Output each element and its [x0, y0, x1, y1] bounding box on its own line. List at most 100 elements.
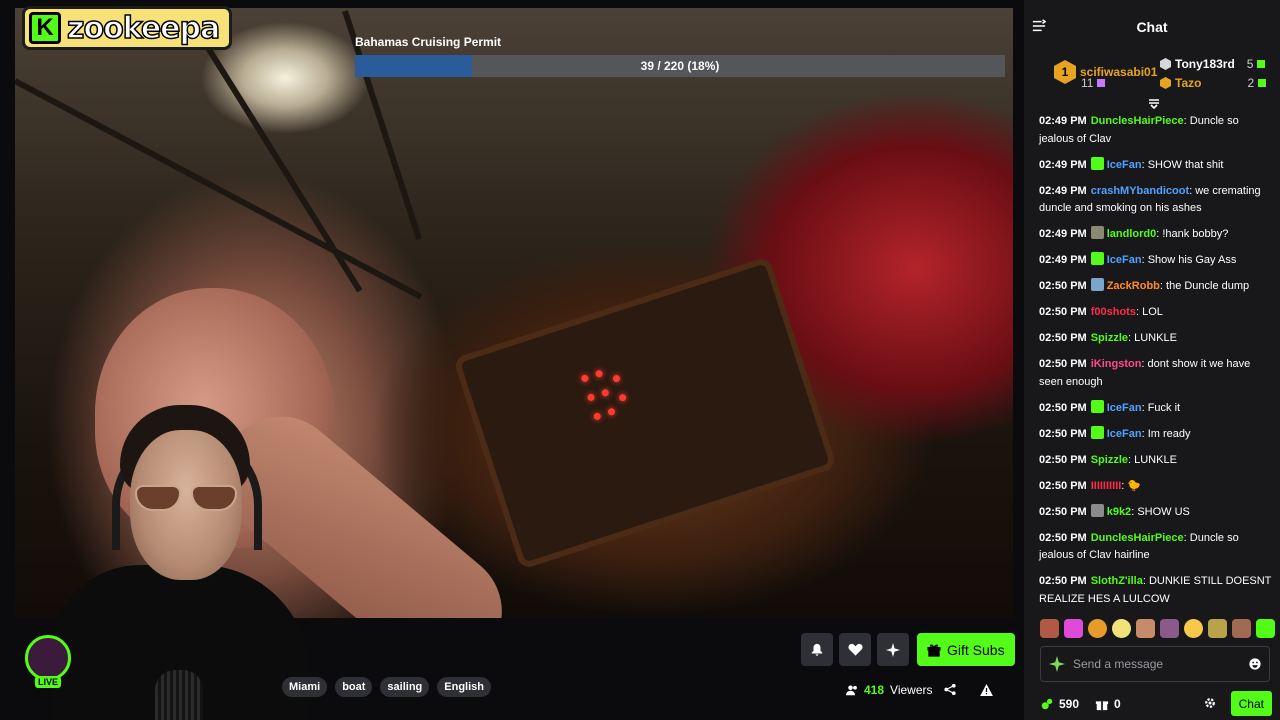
emote-icon[interactable] [1136, 619, 1155, 638]
user-badge-icon [1090, 503, 1104, 517]
report-button[interactable] [980, 683, 993, 701]
share-button[interactable] [944, 683, 956, 701]
message-username[interactable]: SlothZ'illa [1091, 575, 1143, 587]
chat-message: 02:50 PM SlothZ'illa: DUNKIE STILL DOESNT… [1039, 573, 1275, 608]
message-text: !hank bobby? [1162, 228, 1229, 240]
message-time: 02:49 PM [1039, 228, 1087, 240]
message-time: 02:50 PM [1039, 427, 1087, 440]
chat-message: 02:50 PM ZackRobb: the Duncle dump [1039, 278, 1275, 296]
user-badge-icon [1090, 425, 1104, 439]
message-time: 02:49 PM [1039, 254, 1087, 266]
channel-avatar[interactable] [25, 635, 71, 681]
kicks-icon [1041, 698, 1053, 709]
message-username[interactable]: Spizzle [1091, 454, 1128, 466]
message-username[interactable]: IceFan [1107, 428, 1142, 440]
sparkle-icon [886, 642, 900, 657]
message-username[interactable]: DunclesHairPiece [1091, 532, 1184, 544]
message-time: 02:50 PM [1039, 332, 1087, 344]
gift-subs-label: Gift Subs [947, 641, 1005, 658]
message-text: Im ready [1147, 427, 1191, 440]
emoji-icon[interactable] [1249, 658, 1261, 670]
message-time: 02:50 PM [1039, 505, 1087, 518]
sparkle-icon [1049, 656, 1065, 672]
notification-button[interactable] [801, 633, 833, 666]
tag-miami[interactable]: Miami [282, 677, 328, 697]
emote-icon[interactable] [1040, 619, 1059, 638]
chat-settings-button[interactable] [1204, 696, 1216, 714]
chat-message: 02:50 PM Spizzle: LUNKLE [1039, 330, 1275, 348]
goal-progress-bar: 39 / 220 (18%) [355, 55, 1005, 77]
sunglasses [135, 485, 239, 513]
stream-actions: Gift Subs [801, 633, 1015, 666]
message-username[interactable]: f00shots [1091, 306, 1136, 318]
emote-icon[interactable] [1064, 619, 1083, 638]
message-username[interactable]: DunclesHairPiece [1091, 115, 1184, 127]
leader-second[interactable]: Tony183rd 5 [1160, 57, 1266, 71]
chat-message: 02:50 PM DunclesHairPiece: Duncle so jeal… [1039, 530, 1275, 565]
message-username[interactable]: IceFan [1107, 402, 1142, 414]
message-username[interactable]: landlord0 [1107, 228, 1157, 240]
message-time: 02:50 PM [1039, 358, 1087, 370]
message-username[interactable]: Spizzle [1091, 332, 1128, 344]
chat-message: 02:50 PM f00shots: LOL [1039, 304, 1275, 322]
goal-title: Bahamas Cruising Permit [355, 35, 502, 49]
message-text: LUNKLE [1134, 453, 1177, 466]
emote-icon[interactable] [1256, 619, 1275, 638]
message-username[interactable]: crashMYbandicoot [1091, 185, 1189, 197]
logo-k-icon: K [29, 12, 61, 44]
emote-icon[interactable] [1184, 619, 1203, 638]
tag-sailing[interactable]: sailing [380, 677, 430, 697]
message-time: 02:50 PM [1039, 479, 1087, 492]
expand-leaderboard-icon[interactable] [1148, 99, 1160, 109]
emote-icon[interactable] [1232, 619, 1251, 638]
chat-message: 02:49 PM IceFan: SHOW that shit [1039, 156, 1275, 175]
chat-input-box[interactable] [1040, 646, 1270, 682]
message-text: 🐤 [1127, 479, 1142, 492]
chat-message-input[interactable] [1073, 657, 1249, 671]
chat-message: 02:50 PM IceFan: Im ready [1039, 425, 1275, 444]
message-username[interactable]: iKingston [1091, 358, 1142, 370]
microphone [155, 670, 203, 720]
leader-count: 2 [1247, 76, 1255, 90]
leader-first[interactable]: 1 scifiwasabi01 [1054, 60, 1157, 84]
message-time: 02:49 PM [1039, 158, 1087, 171]
message-username[interactable]: k9k2 [1107, 506, 1131, 518]
ceiling-trim [182, 9, 363, 293]
emote-icon[interactable] [1160, 619, 1179, 638]
emote-icon[interactable] [1208, 619, 1227, 638]
emote-icon[interactable] [1088, 619, 1107, 638]
kicks-balance[interactable]: 590 [1040, 697, 1079, 711]
message-text: the Duncle dump [1166, 280, 1250, 292]
follow-button[interactable] [839, 633, 871, 666]
leader-count: 11 [1081, 76, 1094, 90]
message-time: 02:49 PM [1039, 115, 1087, 127]
rank-badge-icon [1160, 77, 1171, 89]
chat-message: 02:50 PM Spizzle: LUNKLE [1039, 452, 1275, 470]
leader-third[interactable]: Tazo 2 [1160, 76, 1267, 90]
gifts-balance[interactable]: 0 [1095, 697, 1121, 711]
message-username[interactable]: IceFan [1107, 159, 1142, 171]
tag-boat[interactable]: boat [335, 677, 373, 697]
gift-subs-button[interactable]: Gift Subs [917, 633, 1015, 666]
chat-message: 02:49 PM DunclesHairPiece: Duncle so jeal… [1039, 113, 1275, 148]
boost-button[interactable] [877, 633, 909, 666]
goal-progress-label: 39 / 220 (18%) [640, 59, 720, 73]
emote-bar [1040, 619, 1275, 638]
message-username[interactable]: IceFan [1107, 254, 1142, 266]
chat-messages: 02:49 PM DunclesHairPiece: Duncle so jeal… [1039, 113, 1275, 617]
tag-english[interactable]: English [437, 677, 491, 697]
collapse-icon [1032, 19, 1047, 32]
rank-badge-icon: 1 [1054, 60, 1076, 84]
message-time: 02:49 PM [1039, 184, 1087, 197]
message-username[interactable]: IIIIIIIIII [1091, 480, 1122, 492]
viewer-count-number: 418 [864, 683, 885, 697]
chat-header: Chat [1024, 0, 1280, 54]
message-username[interactable]: ZackRobb [1107, 280, 1160, 292]
share-icon [944, 683, 956, 696]
send-chat-button[interactable]: Chat [1230, 691, 1272, 716]
chat-title: Chat [1136, 19, 1168, 35]
collapse-chat-button[interactable] [1032, 19, 1047, 38]
emote-icon[interactable] [1112, 619, 1131, 638]
viewer-count-label: Viewers [890, 683, 933, 697]
chat-message: 02:49 PM landlord0: !hank bobby? [1039, 226, 1275, 244]
